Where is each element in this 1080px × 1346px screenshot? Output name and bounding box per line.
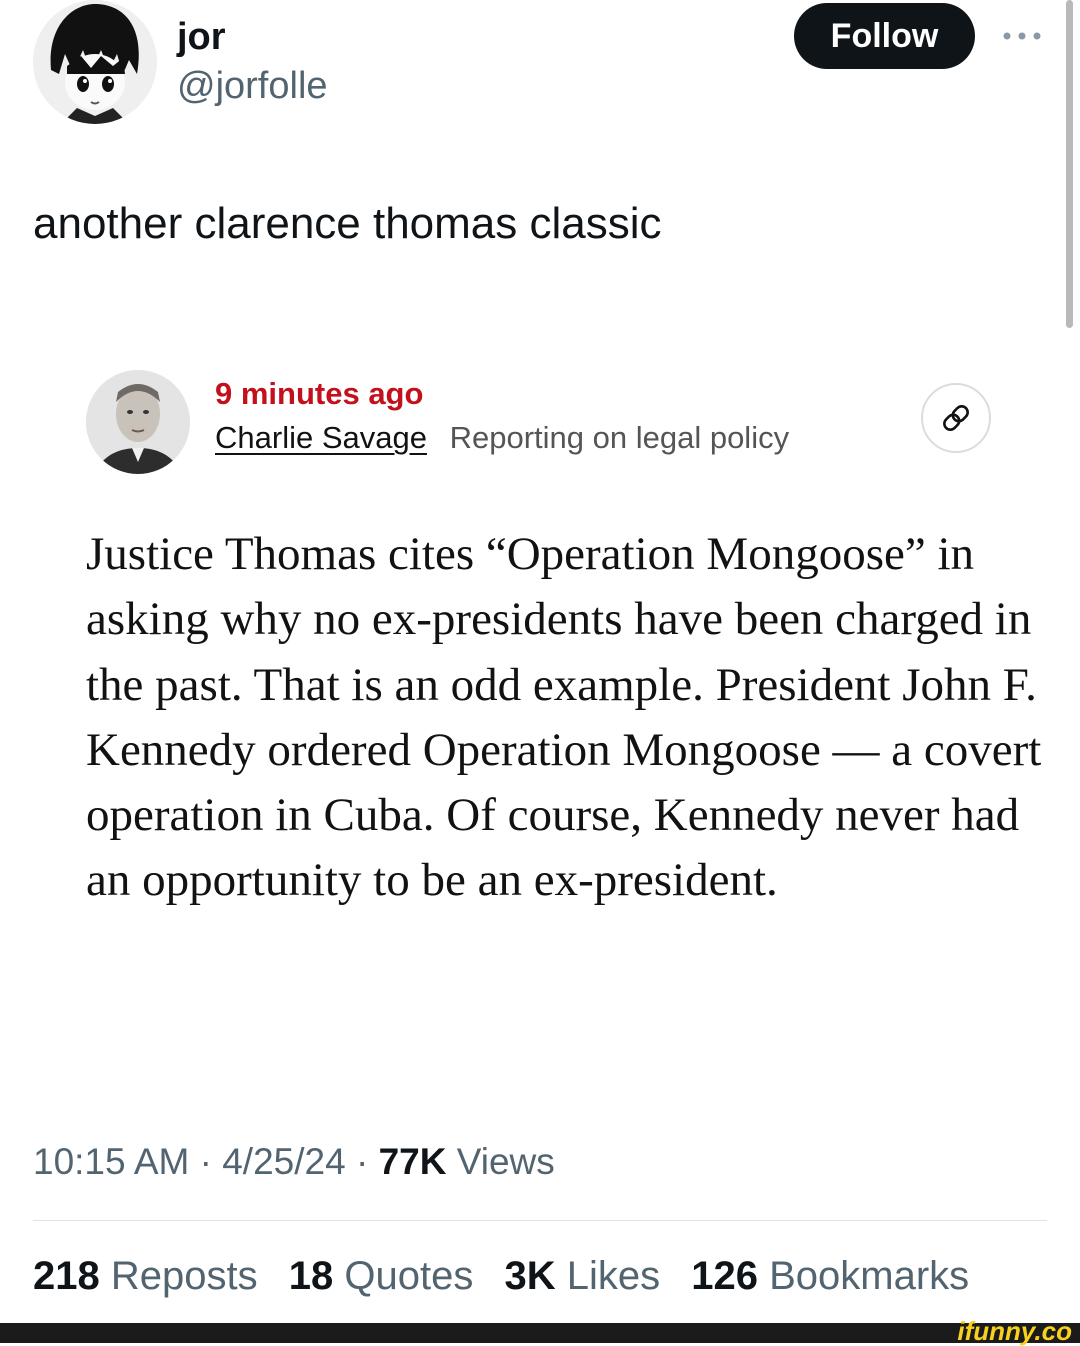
tweet-time[interactable]: 10:15 AM bbox=[33, 1141, 189, 1182]
tweet-date[interactable]: 4/25/24 bbox=[222, 1141, 345, 1182]
avatar-illustration bbox=[33, 0, 157, 124]
bookmarks-stat[interactable]: 126 Bookmarks bbox=[691, 1254, 969, 1298]
quotes-label: Quotes bbox=[344, 1254, 474, 1298]
copy-link-button[interactable] bbox=[921, 383, 991, 453]
views-count: 77K bbox=[378, 1141, 447, 1182]
views-label: Views bbox=[456, 1141, 555, 1182]
likes-count: 3K bbox=[504, 1254, 556, 1298]
tweet-text: another clarence thomas classic bbox=[33, 199, 662, 248]
tweet-meta: 10:15 AM · 4/25/24 · 77K Views bbox=[33, 1139, 555, 1185]
reposts-count: 218 bbox=[33, 1254, 100, 1298]
follow-button[interactable]: Follow bbox=[794, 3, 975, 69]
likes-stat[interactable]: 3K Likes bbox=[504, 1254, 671, 1298]
display-name[interactable]: jor bbox=[177, 14, 226, 60]
time-ago: 9 minutes ago bbox=[215, 376, 424, 411]
engagement-stats: 218 Reposts 18 Quotes 3K Likes 126 Bookm… bbox=[33, 1252, 989, 1300]
user-handle[interactable]: @jorfolle bbox=[177, 63, 328, 109]
quoted-article-text: Justice Thomas cites “Operation Mongoose… bbox=[86, 528, 1042, 907]
bookmarks-count: 126 bbox=[691, 1254, 758, 1298]
meta-separator: · bbox=[355, 1141, 379, 1182]
meta-separator: · bbox=[199, 1141, 223, 1182]
byline: Charlie Savage Reporting on legal policy bbox=[215, 418, 789, 458]
reporter-photo bbox=[86, 370, 190, 474]
bookmarks-label: Bookmarks bbox=[769, 1254, 970, 1298]
watermark-logo: ifunny.co bbox=[957, 1316, 1072, 1346]
scrollbar[interactable] bbox=[1066, 0, 1073, 328]
link-icon bbox=[943, 405, 969, 431]
reposts-label: Reposts bbox=[110, 1254, 258, 1298]
more-options-icon[interactable] bbox=[1000, 26, 1044, 46]
quotes-count: 18 bbox=[288, 1254, 334, 1298]
avatar[interactable] bbox=[33, 0, 157, 124]
quotes-stat[interactable]: 18 Quotes bbox=[289, 1254, 485, 1298]
watermark-bar bbox=[0, 1323, 1080, 1343]
reposts-stat[interactable]: 218 Reposts bbox=[33, 1254, 269, 1298]
reporter-name-link[interactable]: Charlie Savage bbox=[215, 420, 427, 455]
reporter-beat: Reporting on legal policy bbox=[449, 420, 790, 455]
divider bbox=[33, 1220, 1047, 1221]
likes-label: Likes bbox=[566, 1254, 661, 1298]
